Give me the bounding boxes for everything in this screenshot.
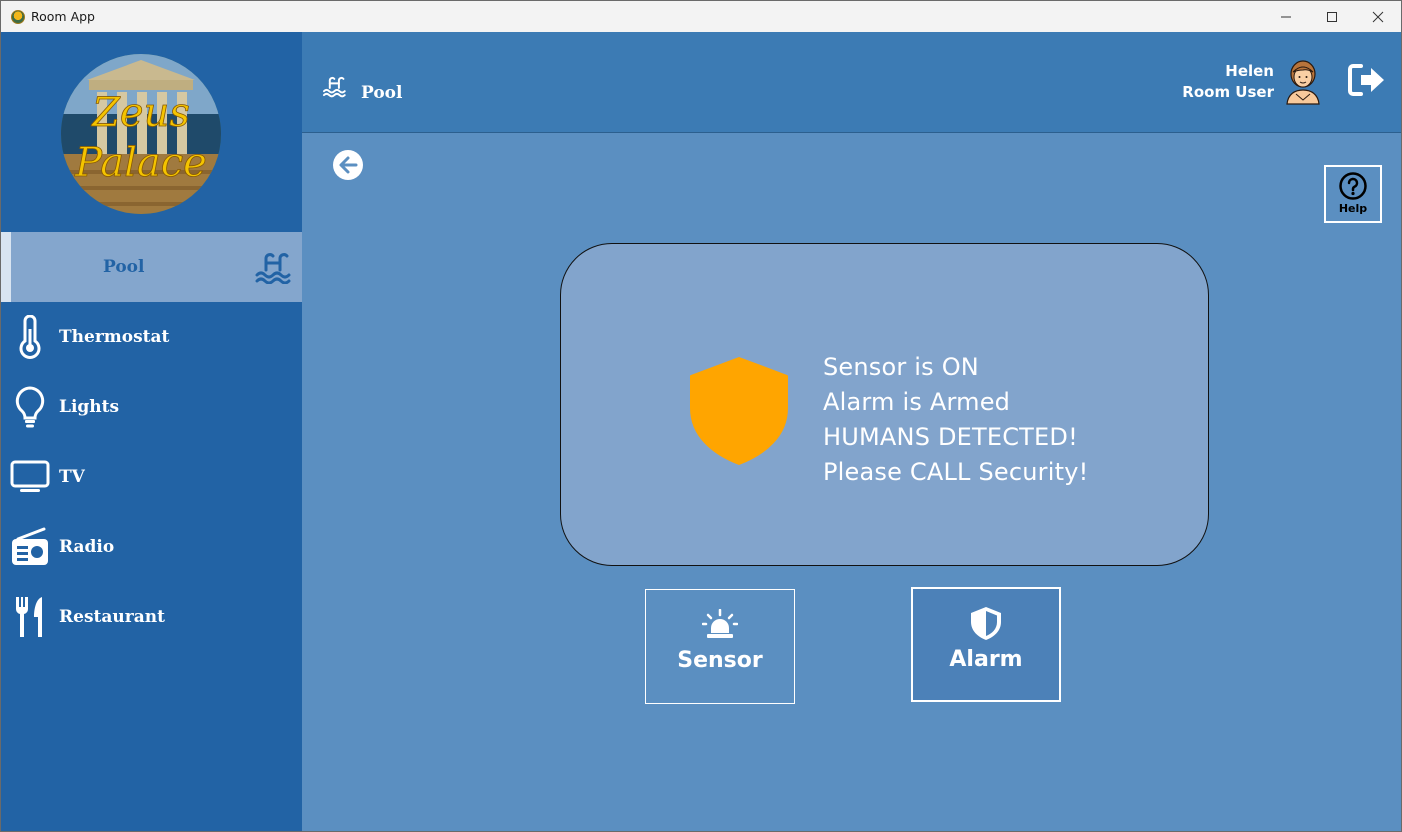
sidebar-item-thermostat[interactable]: Thermostat	[1, 302, 302, 372]
sidebar-item-label: Pool	[103, 257, 145, 277]
sidebar-item-pool[interactable]: Pool	[1, 232, 302, 302]
window-title: Room App	[31, 9, 95, 24]
sidebar-item-label: Restaurant	[59, 607, 165, 627]
sidebar-item-restaurant[interactable]: Restaurant	[1, 582, 302, 652]
utensils-icon	[10, 597, 50, 637]
sensor-button-label: Sensor	[677, 648, 763, 673]
logout-icon[interactable]	[1347, 62, 1387, 98]
tv-icon	[10, 457, 50, 497]
status-line-detection: HUMANS DETECTED!	[823, 423, 1078, 451]
logo-text-line-1: Zeus	[90, 90, 190, 136]
lightbulb-icon	[10, 386, 50, 428]
window-controls	[1263, 1, 1401, 32]
status-line-sensor: Sensor is ON	[823, 353, 979, 381]
sidebar-item-label: Radio	[59, 537, 115, 557]
page-title: Pool	[361, 83, 403, 103]
status-line-alarm: Alarm is Armed	[823, 388, 1011, 416]
sensor-button[interactable]: Sensor	[645, 589, 795, 704]
user-role: Room User	[1182, 83, 1274, 101]
zeus-palace-logo: Zeus Palace	[61, 54, 221, 214]
avatar[interactable]	[1283, 56, 1323, 106]
app-window: Room App Zeus Palace Pool Thermostat Lig…	[0, 0, 1402, 832]
help-label: Help	[1338, 202, 1368, 215]
status-line-instruction: Please CALL Security!	[823, 458, 1089, 486]
radio-icon	[10, 527, 50, 567]
alarm-button[interactable]: Alarm	[911, 587, 1061, 702]
shield-icon	[690, 357, 788, 465]
user-name: Helen	[1225, 62, 1274, 80]
minimize-button[interactable]	[1263, 1, 1309, 32]
status-card: Sensor is ON Alarm is Armed HUMANS DETEC…	[560, 243, 1209, 566]
pool-icon	[322, 74, 348, 103]
sidebar-item-tv[interactable]: TV	[1, 442, 302, 512]
app-icon	[11, 9, 25, 24]
alarm-button-label: Alarm	[949, 647, 1023, 672]
sidebar: Zeus Palace Pool Thermostat Lights TV Ra…	[1, 32, 302, 831]
header: Pool Helen Room User	[302, 32, 1401, 133]
sidebar-item-label: Thermostat	[59, 327, 170, 347]
maximize-button[interactable]	[1309, 1, 1355, 32]
close-icon	[1372, 11, 1384, 22]
sidebar-item-label: TV	[59, 467, 85, 487]
sidebar-item-label: Lights	[59, 397, 120, 417]
status-message: Sensor is ON Alarm is Armed HUMANS DETEC…	[823, 350, 1088, 490]
title-bar[interactable]: Room App	[1, 1, 1401, 32]
minimize-icon	[1281, 16, 1291, 17]
sidebar-item-radio[interactable]: Radio	[1, 512, 302, 582]
thermometer-icon	[10, 315, 50, 359]
maximize-icon	[1327, 11, 1337, 22]
help-button[interactable]: Help	[1324, 165, 1382, 223]
logo-text-line-2: Palace	[74, 140, 207, 186]
shield-half-icon	[966, 605, 1006, 641]
question-circle-icon	[1339, 172, 1367, 200]
siren-icon	[700, 606, 740, 642]
sidebar-item-lights[interactable]: Lights	[1, 372, 302, 442]
close-button[interactable]	[1355, 1, 1401, 32]
back-button[interactable]	[332, 149, 364, 181]
pool-icon	[254, 247, 294, 287]
